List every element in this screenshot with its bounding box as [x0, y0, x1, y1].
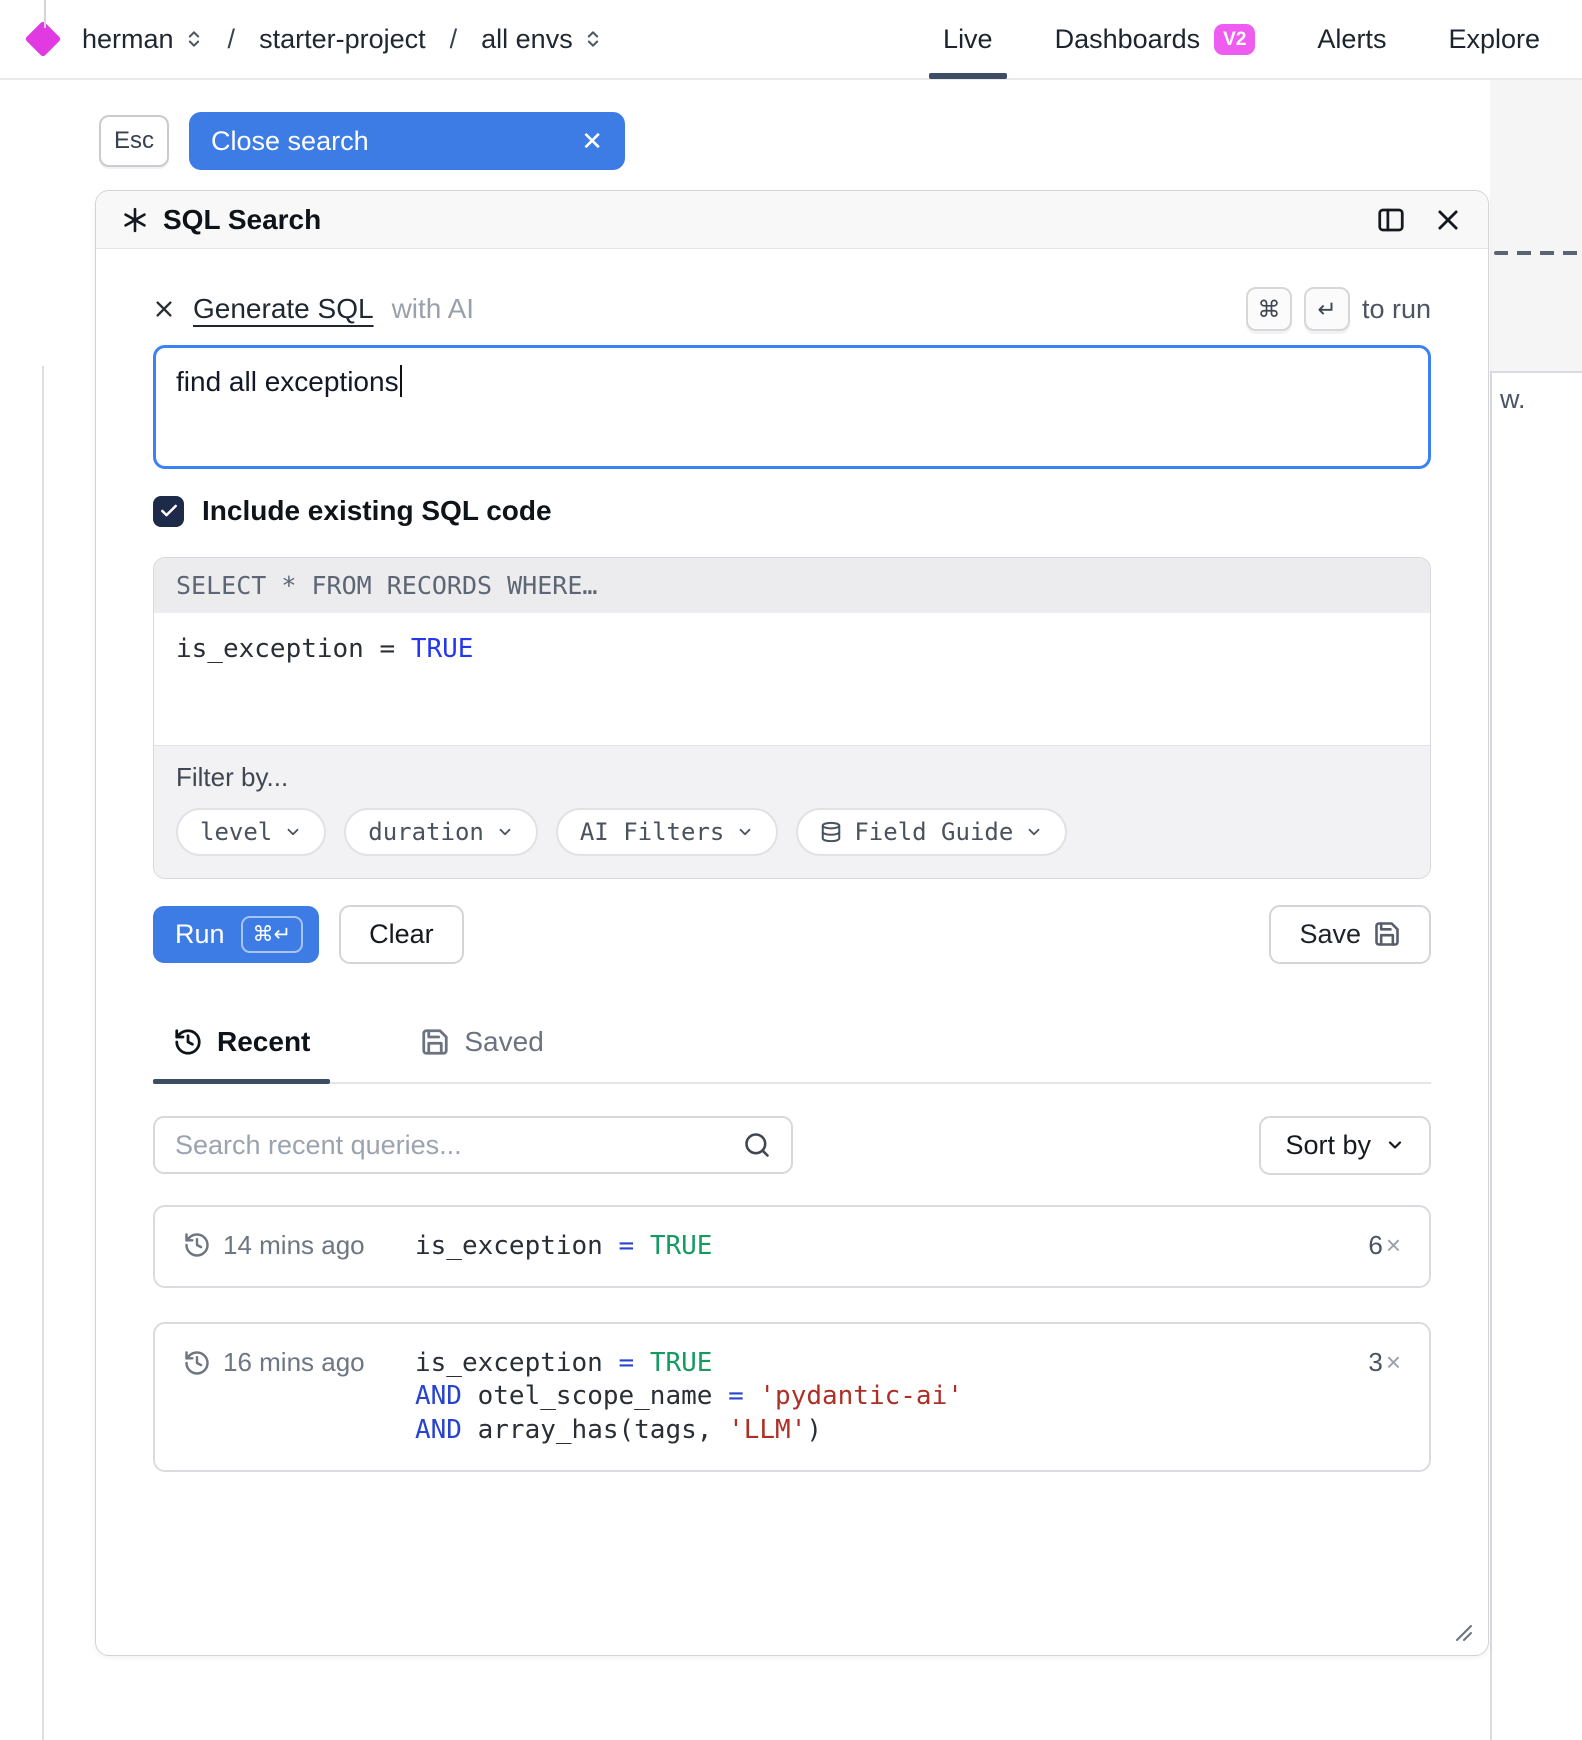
tab-recent[interactable]: Recent	[153, 1026, 330, 1082]
include-sql-checkbox-row[interactable]: Include existing SQL code	[153, 495, 1431, 527]
resize-handle[interactable]	[1454, 1623, 1474, 1643]
v2-badge: V2	[1214, 24, 1255, 55]
prompt-text: find all exceptions	[176, 366, 399, 397]
query-code: is_exception = TRUE	[415, 1230, 1368, 1263]
background-panel-edge	[42, 366, 44, 1740]
nav-link-explore[interactable]: Explore	[1448, 0, 1540, 79]
nav-link-live[interactable]: Live	[943, 0, 993, 79]
search-recent-input[interactable]	[175, 1130, 715, 1161]
ai-prompt-input[interactable]: find all exceptions	[153, 345, 1431, 469]
filter-section: Filter by... level duration AI Filters	[154, 745, 1430, 878]
chevrons-up-down-icon	[184, 28, 204, 50]
search-icon	[743, 1131, 771, 1159]
recent-search-box[interactable]	[153, 1116, 793, 1174]
chevrons-up-down-icon	[583, 28, 603, 50]
run-button[interactable]: Run ⌘↵	[153, 906, 319, 963]
breadcrumb-separator: /	[228, 24, 236, 55]
chevron-down-icon	[496, 823, 514, 841]
esc-key[interactable]: Esc	[99, 115, 169, 167]
filter-pill-level[interactable]: level	[176, 808, 326, 856]
modal-title: SQL Search	[122, 204, 321, 236]
close-icon: ✕	[581, 126, 603, 157]
recent-search-row: Sort by	[153, 1116, 1431, 1175]
save-icon	[1373, 920, 1401, 948]
sort-by-button[interactable]: Sort by	[1259, 1116, 1431, 1175]
history-icon	[183, 1349, 211, 1377]
modal-body: Generate SQL with AI ⌘ ↵ to run find all…	[96, 287, 1488, 1472]
modal-header: SQL Search	[96, 191, 1488, 249]
chevron-down-icon	[1385, 1135, 1405, 1155]
background-divider	[44, 0, 46, 28]
query-time: 14 mins ago	[223, 1230, 365, 1261]
cmd-key-icon: ⌘	[1246, 287, 1292, 331]
chevron-down-icon	[736, 823, 754, 841]
filter-by-label: Filter by...	[176, 762, 1408, 793]
return-key-icon: ↵	[1304, 287, 1350, 331]
query-run-count: 3×	[1368, 1347, 1401, 1378]
org-selector[interactable]: herman	[82, 24, 204, 55]
run-shortcut-hint: ⌘ ↵ to run	[1246, 287, 1431, 331]
include-sql-label: Include existing SQL code	[202, 495, 552, 527]
breadcrumb-separator: /	[450, 24, 458, 55]
query-run-count: 6×	[1368, 1230, 1401, 1261]
nav-link-dashboards[interactable]: Dashboards V2	[1055, 0, 1256, 79]
chevron-down-icon	[284, 823, 302, 841]
env-name: all envs	[481, 24, 573, 55]
top-navbar: herman / starter-project / all envs Live…	[0, 0, 1582, 80]
generate-sql-row: Generate SQL with AI ⌘ ↵ to run	[153, 287, 1431, 331]
run-shortcut-badge: ⌘↵	[241, 916, 304, 953]
filter-pills: level duration AI Filters Field Guide	[176, 808, 1408, 856]
org-name: herman	[82, 24, 174, 55]
nav-links: Live Dashboards V2 Alerts Explore	[943, 0, 1540, 79]
sql-code-area[interactable]: is_exception = TRUE	[154, 613, 1430, 745]
filter-pill-field-guide[interactable]: Field Guide	[796, 808, 1067, 856]
env-selector[interactable]: all envs	[481, 24, 603, 55]
history-icon	[183, 1231, 211, 1259]
generate-sql-link[interactable]: Generate SQL	[193, 293, 374, 325]
dock-panel-icon[interactable]	[1376, 205, 1406, 235]
nav-link-alerts[interactable]: Alerts	[1317, 0, 1386, 79]
text-caret	[400, 365, 403, 397]
recent-query-item[interactable]: 16 mins ago is_exception = TRUEAND otel_…	[153, 1322, 1431, 1472]
sql-editor: SELECT * FROM RECORDS WHERE… is_exceptio…	[153, 557, 1431, 879]
sql-editor-header: SELECT * FROM RECORDS WHERE…	[154, 558, 1430, 613]
dismiss-generate-icon[interactable]	[153, 298, 175, 320]
filter-pill-duration[interactable]: duration	[344, 808, 538, 856]
close-search-button[interactable]: Close search ✕	[189, 112, 625, 170]
close-modal-icon[interactable]	[1434, 206, 1462, 234]
modal-header-actions	[1376, 205, 1462, 235]
background-panel	[1490, 371, 1582, 1740]
sql-search-modal: SQL Search Generate SQL with AI ⌘ ↵	[95, 190, 1489, 1656]
close-search-bar: Esc Close search ✕	[99, 112, 1582, 170]
recent-query-item[interactable]: 14 mins ago is_exception = TRUE 6×	[153, 1205, 1431, 1288]
to-run-label: to run	[1362, 294, 1431, 325]
breadcrumb: herman / starter-project / all envs	[30, 24, 603, 55]
query-tabs: Recent Saved	[153, 1026, 1431, 1084]
history-icon	[173, 1027, 203, 1057]
background-dashed-line	[1494, 251, 1582, 255]
chevron-down-icon	[1025, 823, 1043, 841]
database-icon	[820, 821, 842, 843]
filter-pill-ai-filters[interactable]: AI Filters	[556, 808, 779, 856]
checkbox-checked-icon[interactable]	[153, 496, 184, 527]
project-name[interactable]: starter-project	[259, 24, 426, 55]
logfire-logo-icon[interactable]	[25, 21, 62, 58]
background-truncated-text: w.	[1500, 384, 1526, 415]
query-time: 16 mins ago	[223, 1347, 365, 1378]
asterisk-icon	[122, 207, 148, 233]
save-icon	[420, 1027, 450, 1057]
tab-saved[interactable]: Saved	[400, 1026, 563, 1082]
recent-query-list: 14 mins ago is_exception = TRUE 6× 16 mi…	[153, 1205, 1431, 1472]
clear-button[interactable]: Clear	[339, 905, 464, 964]
query-code: is_exception = TRUEAND otel_scope_name =…	[415, 1347, 1368, 1447]
save-button[interactable]: Save	[1269, 905, 1431, 964]
action-row: Run ⌘↵ Clear Save	[153, 905, 1431, 964]
with-ai-label: with AI	[392, 293, 474, 325]
